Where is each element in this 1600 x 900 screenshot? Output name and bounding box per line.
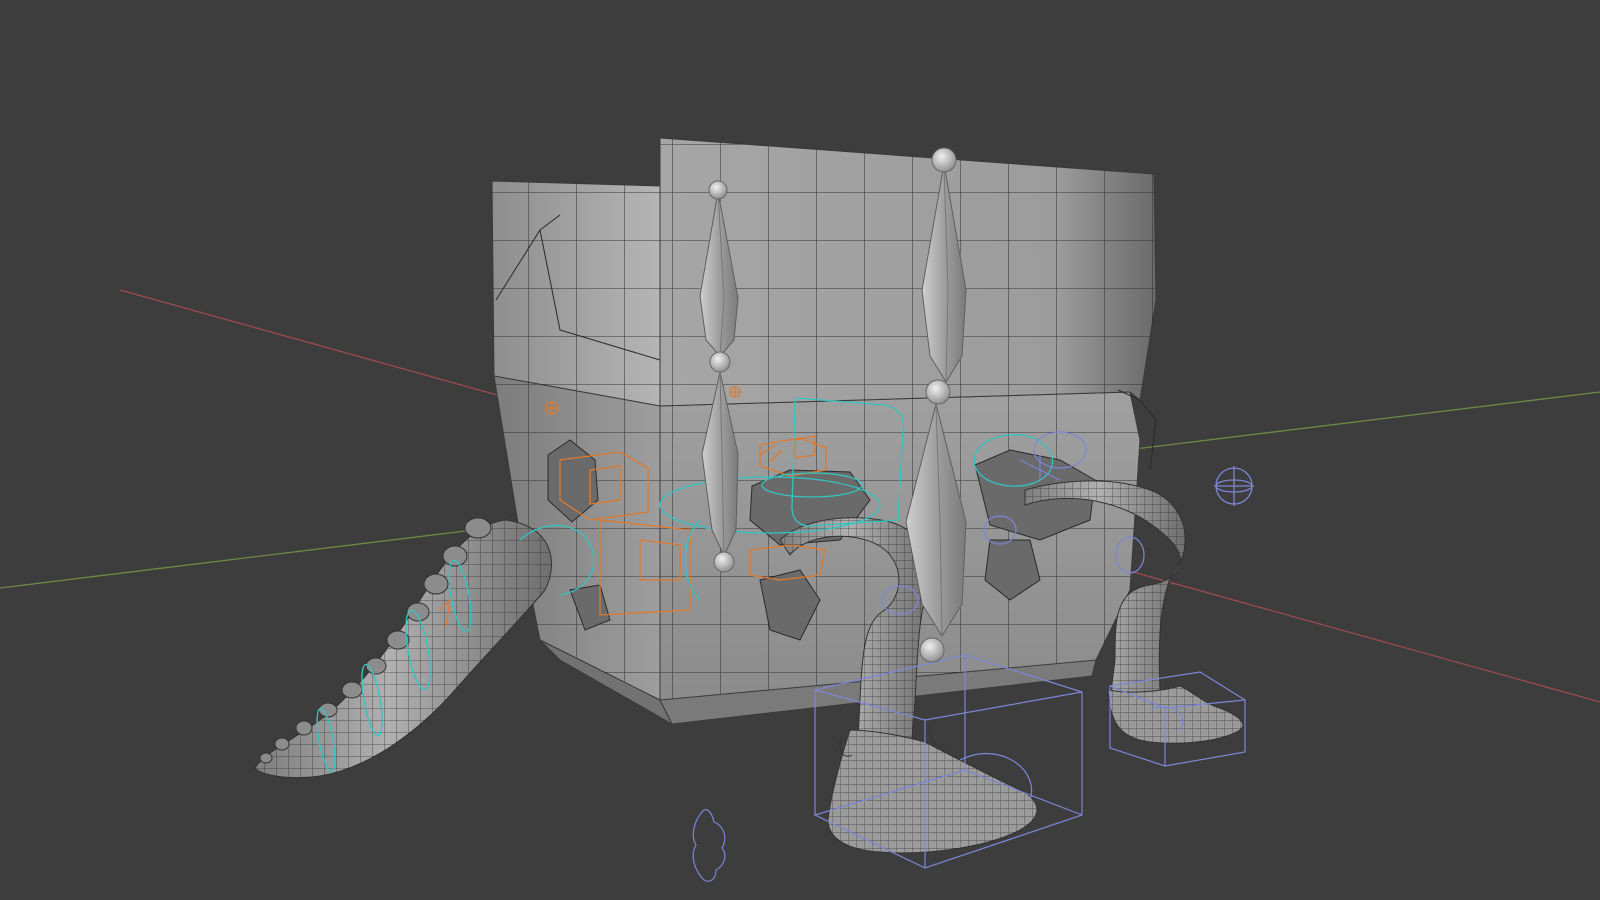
3d-viewport[interactable] bbox=[0, 0, 1600, 900]
character-body-mesh[interactable] bbox=[491, 137, 1157, 726]
viewport-canvas[interactable] bbox=[0, 0, 1600, 900]
